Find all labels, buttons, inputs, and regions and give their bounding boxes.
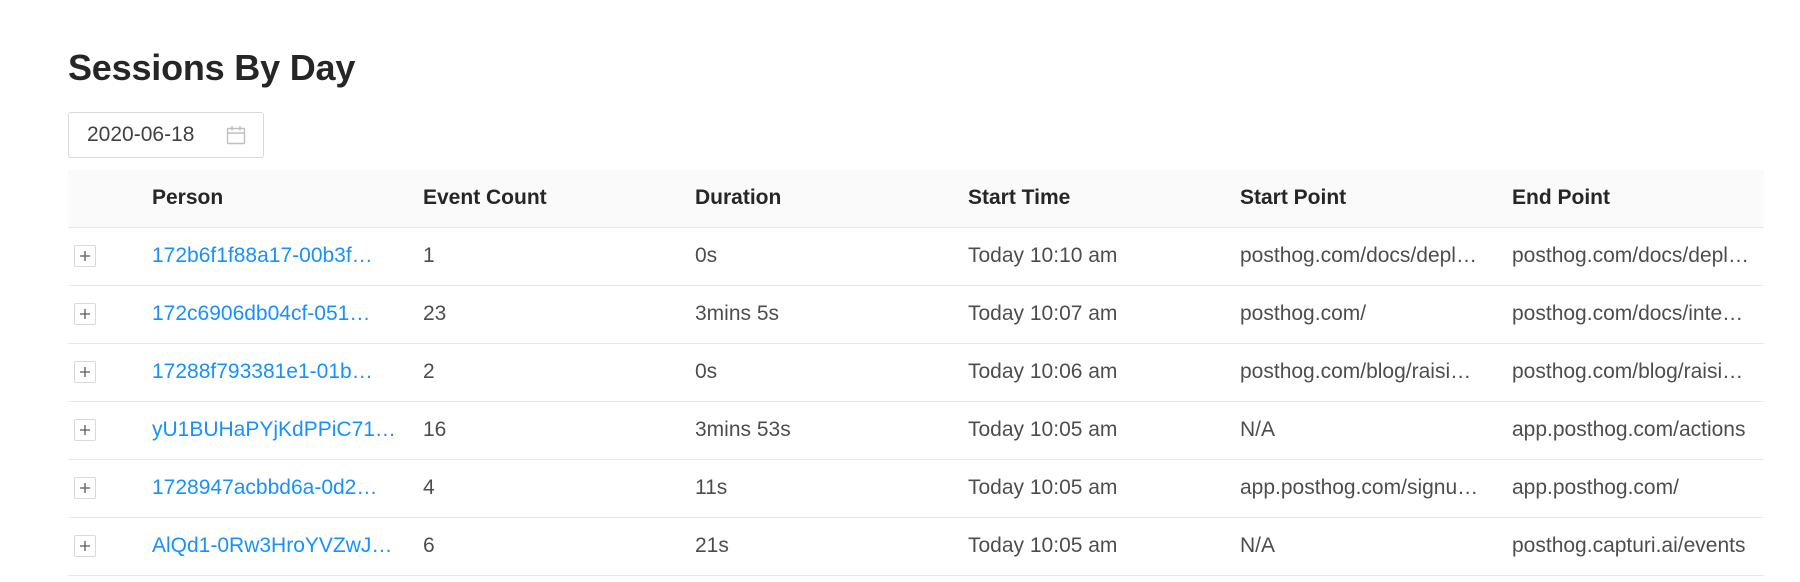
table-row: AlQd1-0Rw3HroYVZwJ… 6 21s Today 10:05 am… xyxy=(68,517,1764,576)
end-point-cell: app.posthog.com/ xyxy=(1506,459,1764,518)
duration-cell: 21s xyxy=(689,517,962,576)
end-point-cell: posthog.com/docs/depl… xyxy=(1506,227,1764,286)
expand-cell xyxy=(68,401,146,460)
person-cell: 17288f793381e1-01b… xyxy=(146,343,417,402)
plus-icon xyxy=(80,367,90,377)
calendar-icon xyxy=(226,126,246,145)
start-time-cell: Today 10:05 am xyxy=(962,401,1234,460)
person-cell: AlQd1-0Rw3HroYVZwJ… xyxy=(146,517,417,576)
person-link[interactable]: AlQd1-0Rw3HroYVZwJ… xyxy=(152,534,405,558)
table-row: 1728947acbbd6a-0d2… 4 11s Today 10:05 am… xyxy=(68,459,1764,518)
start-time-cell: Today 10:10 am xyxy=(962,227,1234,286)
table-row: 172b6f1f88a17-00b3f… 1 0s Today 10:10 am… xyxy=(68,227,1764,286)
end-point-cell: posthog.com/blog/raisi… xyxy=(1506,343,1764,402)
start-point-cell: posthog.com/ xyxy=(1234,285,1506,344)
event-count-cell: 1 xyxy=(417,227,689,286)
person-link[interactable]: yU1BUHaPYjKdPPiC71… xyxy=(152,418,405,442)
expand-cell xyxy=(68,343,146,402)
person-link[interactable]: 17288f793381e1-01b… xyxy=(152,360,405,384)
event-count-cell: 6 xyxy=(417,517,689,576)
start-time-cell: Today 10:05 am xyxy=(962,517,1234,576)
duration-cell: 3mins 5s xyxy=(689,285,962,344)
column-header-end-point[interactable]: End Point xyxy=(1506,170,1764,228)
start-point-cell: posthog.com/docs/depl… xyxy=(1234,227,1506,286)
person-link[interactable]: 172b6f1f88a17-00b3f… xyxy=(152,244,405,268)
page-title: Sessions By Day xyxy=(68,47,356,88)
date-picker[interactable]: 2020-06-18 xyxy=(68,112,264,158)
start-time-cell: Today 10:06 am xyxy=(962,343,1234,402)
start-point-cell: N/A xyxy=(1234,401,1506,460)
person-link[interactable]: 1728947acbbd6a-0d2… xyxy=(152,476,405,500)
column-header-start-time[interactable]: Start Time xyxy=(962,170,1234,228)
plus-icon xyxy=(80,309,90,319)
event-count-cell: 23 xyxy=(417,285,689,344)
event-count-cell: 4 xyxy=(417,459,689,518)
expand-row-button[interactable] xyxy=(74,361,96,383)
plus-icon xyxy=(80,425,90,435)
plus-icon xyxy=(80,483,90,493)
column-header-person[interactable]: Person xyxy=(146,170,417,228)
person-cell: 1728947acbbd6a-0d2… xyxy=(146,459,417,518)
expand-cell xyxy=(68,227,146,286)
start-point-cell: posthog.com/blog/raisi… xyxy=(1234,343,1506,402)
expand-cell xyxy=(68,285,146,344)
start-time-cell: Today 10:07 am xyxy=(962,285,1234,344)
expand-row-button[interactable] xyxy=(74,303,96,325)
person-link[interactable]: 172c6906db04cf-051… xyxy=(152,302,405,326)
duration-cell: 11s xyxy=(689,459,962,518)
table-row: 17288f793381e1-01b… 2 0s Today 10:06 am … xyxy=(68,343,1764,402)
table-row: 172c6906db04cf-051… 23 3mins 5s Today 10… xyxy=(68,285,1764,344)
person-cell: yU1BUHaPYjKdPPiC71… xyxy=(146,401,417,460)
expand-cell xyxy=(68,459,146,518)
end-point-cell: app.posthog.com/actions xyxy=(1506,401,1764,460)
duration-cell: 3mins 53s xyxy=(689,401,962,460)
sessions-page: Sessions By Day 2020-06-18 Person Event … xyxy=(0,0,1800,576)
column-header-duration[interactable]: Duration xyxy=(689,170,962,228)
expand-row-button[interactable] xyxy=(74,477,96,499)
person-cell: 172c6906db04cf-051… xyxy=(146,285,417,344)
column-header-event-count[interactable]: Event Count xyxy=(417,170,689,228)
plus-icon xyxy=(80,251,90,261)
start-time-cell: Today 10:05 am xyxy=(962,459,1234,518)
table-row: yU1BUHaPYjKdPPiC71… 16 3mins 53s Today 1… xyxy=(68,401,1764,460)
start-point-cell: app.posthog.com/signu… xyxy=(1234,459,1506,518)
expand-row-button[interactable] xyxy=(74,535,96,557)
duration-cell: 0s xyxy=(689,227,962,286)
event-count-cell: 16 xyxy=(417,401,689,460)
person-cell: 172b6f1f88a17-00b3f… xyxy=(146,227,417,286)
sessions-table: Person Event Count Duration Start Time S… xyxy=(68,170,1764,576)
duration-cell: 0s xyxy=(689,343,962,402)
expand-row-button[interactable] xyxy=(74,245,96,267)
end-point-cell: posthog.capturi.ai/events xyxy=(1506,517,1764,576)
plus-icon xyxy=(80,541,90,551)
end-point-cell: posthog.com/docs/inte… xyxy=(1506,285,1764,344)
event-count-cell: 2 xyxy=(417,343,689,402)
expand-column-header xyxy=(68,170,146,228)
expand-cell xyxy=(68,517,146,576)
column-header-start-point[interactable]: Start Point xyxy=(1234,170,1506,228)
expand-row-button[interactable] xyxy=(74,419,96,441)
date-picker-value: 2020-06-18 xyxy=(87,123,195,146)
start-point-cell: N/A xyxy=(1234,517,1506,576)
table-header-row: Person Event Count Duration Start Time S… xyxy=(68,170,1764,228)
